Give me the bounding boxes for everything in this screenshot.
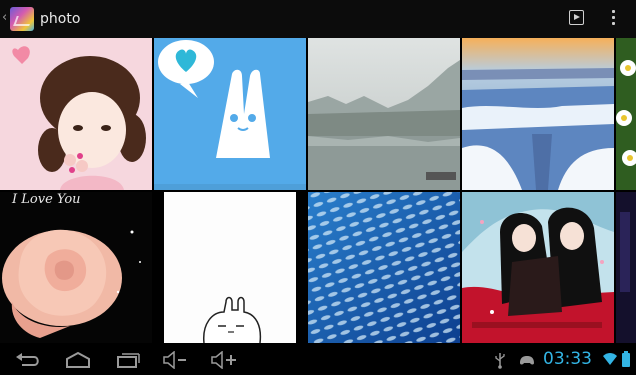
- photo-fish-school[interactable]: [308, 192, 460, 343]
- wifi-icon: [603, 353, 617, 365]
- home-icon[interactable]: [64, 351, 92, 369]
- back-icon[interactable]: [14, 351, 42, 369]
- slideshow-button[interactable]: [569, 10, 584, 25]
- river-landscape: [308, 38, 460, 190]
- volume-up-icon[interactable]: [210, 351, 240, 369]
- rose-illustration: [0, 192, 152, 343]
- couple-illustration: [462, 192, 614, 343]
- volume-down-icon[interactable]: [162, 351, 188, 369]
- image-caption: I Love You: [12, 192, 81, 207]
- fish-underwater: [308, 192, 460, 343]
- doodle-illustration: [154, 192, 306, 343]
- photo-girl-pink[interactable]: [0, 38, 152, 190]
- photo-icy-water[interactable]: [462, 38, 614, 190]
- usb-icon: [495, 353, 505, 369]
- icy-landscape: [462, 38, 614, 190]
- photo-anime-couple[interactable]: [462, 192, 614, 343]
- photo-grid: I Love You: [0, 38, 636, 343]
- photo-bunny-heart[interactable]: [154, 38, 306, 190]
- status-clock: 03:33: [543, 349, 592, 369]
- page-title: photo: [40, 11, 81, 27]
- girl-illustration: [0, 38, 152, 190]
- back-caret-icon[interactable]: ‹: [2, 10, 7, 25]
- dark-strip: [616, 192, 636, 343]
- system-navigation-bar: [0, 343, 636, 375]
- photo-i-love-you-rose[interactable]: I Love You: [0, 192, 152, 343]
- bunny-illustration: [154, 38, 306, 190]
- recent-apps-icon[interactable]: [114, 351, 142, 369]
- photo-misty-river[interactable]: [308, 38, 460, 190]
- photo-dark-edge[interactable]: [616, 192, 636, 343]
- overflow-menu-icon[interactable]: [612, 10, 616, 27]
- battery-icon: [622, 351, 630, 367]
- game-controller-icon: [520, 356, 534, 365]
- flowers-strip: [616, 38, 636, 190]
- photo-flowers-edge[interactable]: [616, 38, 636, 190]
- action-bar: ‹ photo: [0, 0, 636, 38]
- photo-bunny-doodle[interactable]: [154, 192, 306, 343]
- gallery-app-icon[interactable]: [10, 7, 34, 31]
